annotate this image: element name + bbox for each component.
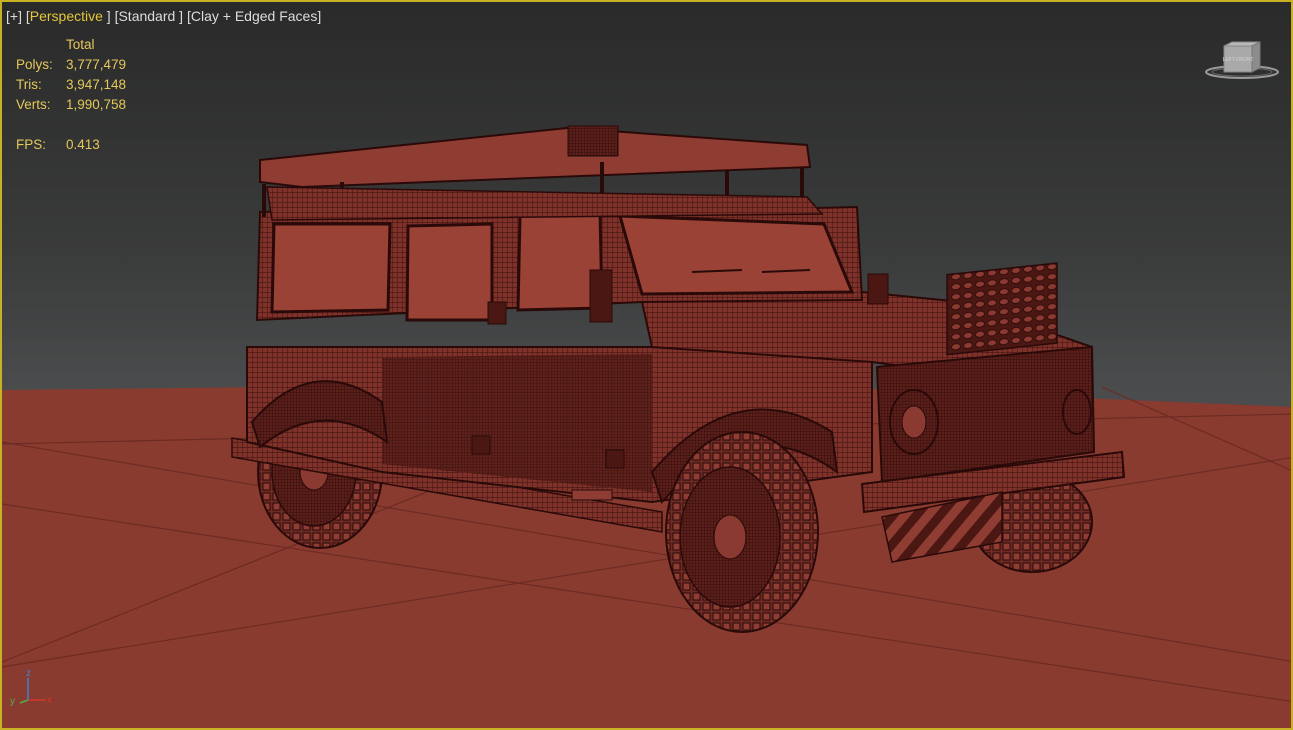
stat-label: Verts: [16, 97, 51, 112]
viewport-shading-label[interactable]: Standard [118, 8, 175, 24]
viewport-plus-menu[interactable]: [+] [6, 8, 22, 24]
bracket: ] [102, 8, 111, 24]
viewport-label-menu: [+] [Perspective ] [Standard ] [Clay + E… [6, 8, 321, 24]
bracket: ] [175, 8, 184, 24]
axis-y-label: y [10, 696, 15, 706]
bracket: ] [317, 8, 322, 24]
front-wheel [665, 431, 819, 633]
stat-value: 3,947,148 [66, 77, 127, 92]
stat-label: Polys: [16, 57, 53, 72]
fps-label: FPS: [16, 137, 47, 152]
axis-x-label: x [47, 695, 52, 706]
viewcube-face-label: LEFT FRONT [1223, 57, 1254, 63]
axis-tripod: x z y [10, 668, 52, 706]
stats-header: Total [66, 37, 95, 52]
fps-value: 0.413 [66, 137, 100, 152]
viewcube-icon[interactable]: LEFT FRONT [1202, 38, 1282, 82]
perspective-viewport[interactable]: [+] [Perspective ] [Standard ] [Clay + E… [0, 0, 1293, 730]
axis-z-label: z [26, 668, 31, 679]
viewport-view-label[interactable]: Perspective [30, 8, 103, 24]
viewport-display-label[interactable]: Clay + Edged Faces [191, 8, 317, 24]
vehicle-model[interactable] [2, 2, 1293, 730]
stat-label: Tris: [16, 77, 42, 92]
stat-value: 1,990,758 [66, 97, 127, 112]
stat-value: 3,777,479 [66, 57, 127, 72]
